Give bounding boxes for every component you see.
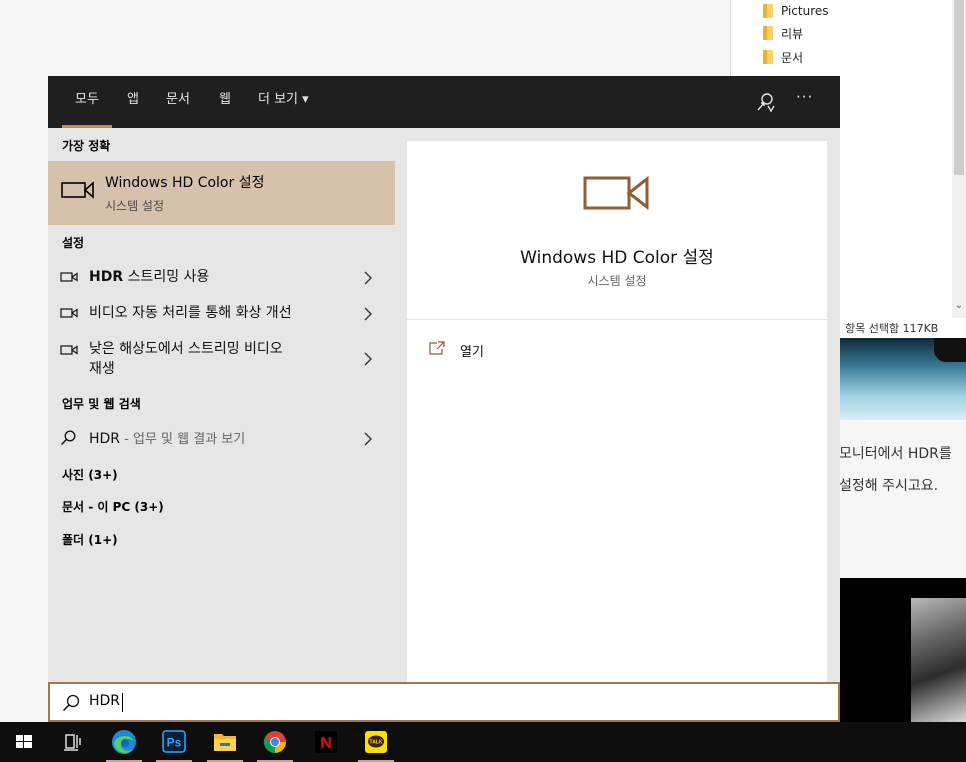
settings-result-low-res-streaming[interactable]: 낮은 해상도에서 스트리밍 비디오 재생 <box>48 336 395 382</box>
article-photo <box>839 578 966 722</box>
open-label: 열기 <box>460 345 484 360</box>
tree-item-documents[interactable]: 문서 <box>763 46 803 68</box>
search-icon <box>62 694 80 712</box>
chevron-right-icon <box>364 432 372 446</box>
monitor-camera-icon <box>61 181 94 199</box>
settings-result-label: 비디오 자동 처리를 통해 화상 개선 <box>89 305 292 321</box>
article-text-line: 모니터에서 HDR를 <box>839 446 952 462</box>
best-match-item[interactable]: Windows HD Color 설정 시스템 설정 <box>48 161 395 225</box>
web-result-label: HDR - 업무 및 웹 결과 보기 <box>89 431 246 447</box>
edge-icon <box>112 730 136 754</box>
preview-title: Windows HD Color 설정 <box>520 248 714 268</box>
video-icon <box>60 308 78 318</box>
netflix-taskbar-button[interactable]: N <box>302 722 350 762</box>
tab-apps[interactable]: 앱 <box>127 76 139 128</box>
text-caret <box>122 693 123 712</box>
best-match-title: Windows HD Color 설정 <box>105 175 265 191</box>
web-result-hdr[interactable]: HDR - 업무 및 웹 결과 보기 <box>48 426 395 452</box>
section-documents[interactable]: 문서 - 이 PC (3+) <box>62 498 164 515</box>
edge-taskbar-button[interactable] <box>100 722 148 762</box>
tree-item-label: Pictures <box>781 4 829 18</box>
photoshop-icon: Ps <box>162 730 186 753</box>
chrome-icon <box>263 731 286 753</box>
search-input[interactable]: HDR <box>48 682 840 722</box>
open-icon <box>429 341 445 355</box>
svg-text:Ps: Ps <box>167 736 182 750</box>
explorer-status-text: 항목 선택함 117KB <box>845 322 939 335</box>
search-icon <box>60 430 76 446</box>
article-text-line: 설정해 주시고요. <box>839 478 939 494</box>
task-view-icon <box>64 734 81 751</box>
tab-more[interactable]: 더 보기 ▾ <box>258 76 309 128</box>
tree-item-review[interactable]: 리뷰 <box>763 22 803 44</box>
tab-web[interactable]: 웹 <box>219 76 231 128</box>
task-view-button[interactable] <box>49 722 97 762</box>
svg-text:N: N <box>320 735 332 752</box>
tree-item-pictures[interactable]: Pictures <box>763 0 829 22</box>
section-folders[interactable]: 폴더 (1+) <box>62 531 118 548</box>
video-icon <box>60 345 78 355</box>
netflix-icon: N <box>315 731 337 753</box>
scrollbar-thumb[interactable] <box>954 0 964 175</box>
more-options-icon[interactable]: ··· <box>796 88 813 106</box>
scroll-down-icon[interactable]: ⌄ <box>952 298 966 314</box>
photoshop-taskbar-button[interactable]: Ps <box>150 722 198 762</box>
settings-result-label: 낮은 해상도에서 스트리밍 비디오 재생 <box>89 341 283 377</box>
search-results-list: 가장 정확 Windows HD Color 설정 시스템 설정 설정 HDR … <box>48 128 396 682</box>
folder-icon <box>763 26 773 40</box>
settings-result-hdr-streaming[interactable]: HDR 스트리밍 사용 <box>48 264 395 290</box>
folder-icon <box>763 50 773 64</box>
tree-item-label: 문서 <box>781 50 804 65</box>
tab-documents[interactable]: 문서 <box>166 76 190 128</box>
folder-icon <box>763 4 773 18</box>
feedback-icon[interactable] <box>755 91 777 113</box>
preview-subtitle: 시스템 설정 <box>587 274 647 288</box>
file-explorer-taskbar-button[interactable] <box>201 722 249 762</box>
file-explorer-icon <box>214 734 236 751</box>
chevron-right-icon <box>364 307 372 321</box>
best-match-subtitle: 시스템 설정 <box>105 199 165 213</box>
taskbar: Ps N TALK <box>0 722 966 762</box>
search-filter-tabs: 모두 앱 문서 웹 더 보기 ▾ ··· <box>48 76 840 128</box>
start-button[interactable] <box>0 722 48 762</box>
section-photos[interactable]: 사진 (3+) <box>62 466 118 483</box>
monitor-camera-icon <box>583 175 649 211</box>
result-preview-pane: Windows HD Color 설정 시스템 설정 열기 <box>407 141 827 682</box>
kakaotalk-taskbar-button[interactable]: TALK <box>352 722 400 762</box>
settings-result-video-enhance[interactable]: 비디오 자동 처리를 통해 화상 개선 <box>48 300 395 326</box>
chevron-right-icon <box>364 352 372 366</box>
article-image <box>839 338 966 420</box>
section-web-search: 업무 및 웹 검색 <box>62 397 141 411</box>
chevron-right-icon <box>364 271 372 285</box>
section-settings: 설정 <box>62 236 85 250</box>
video-icon <box>60 272 78 282</box>
windows-search-panel: 모두 앱 문서 웹 더 보기 ▾ ··· 가장 정확 Windows HD Co… <box>48 76 840 722</box>
kakaotalk-icon: TALK <box>365 731 387 753</box>
settings-result-label: HDR 스트리밍 사용 <box>89 269 210 285</box>
chrome-taskbar-button[interactable] <box>251 722 299 762</box>
tree-item-label: 리뷰 <box>781 26 804 41</box>
tab-all[interactable]: 모두 <box>62 76 112 128</box>
svg-text:TALK: TALK <box>370 740 383 746</box>
section-best-match: 가장 정확 <box>62 139 111 153</box>
explorer-scrollbar[interactable] <box>952 0 966 318</box>
search-query-text: HDR <box>89 693 121 709</box>
preview-divider <box>407 319 827 320</box>
windows-logo-icon <box>16 735 32 748</box>
open-action[interactable]: 열기 <box>429 339 549 361</box>
